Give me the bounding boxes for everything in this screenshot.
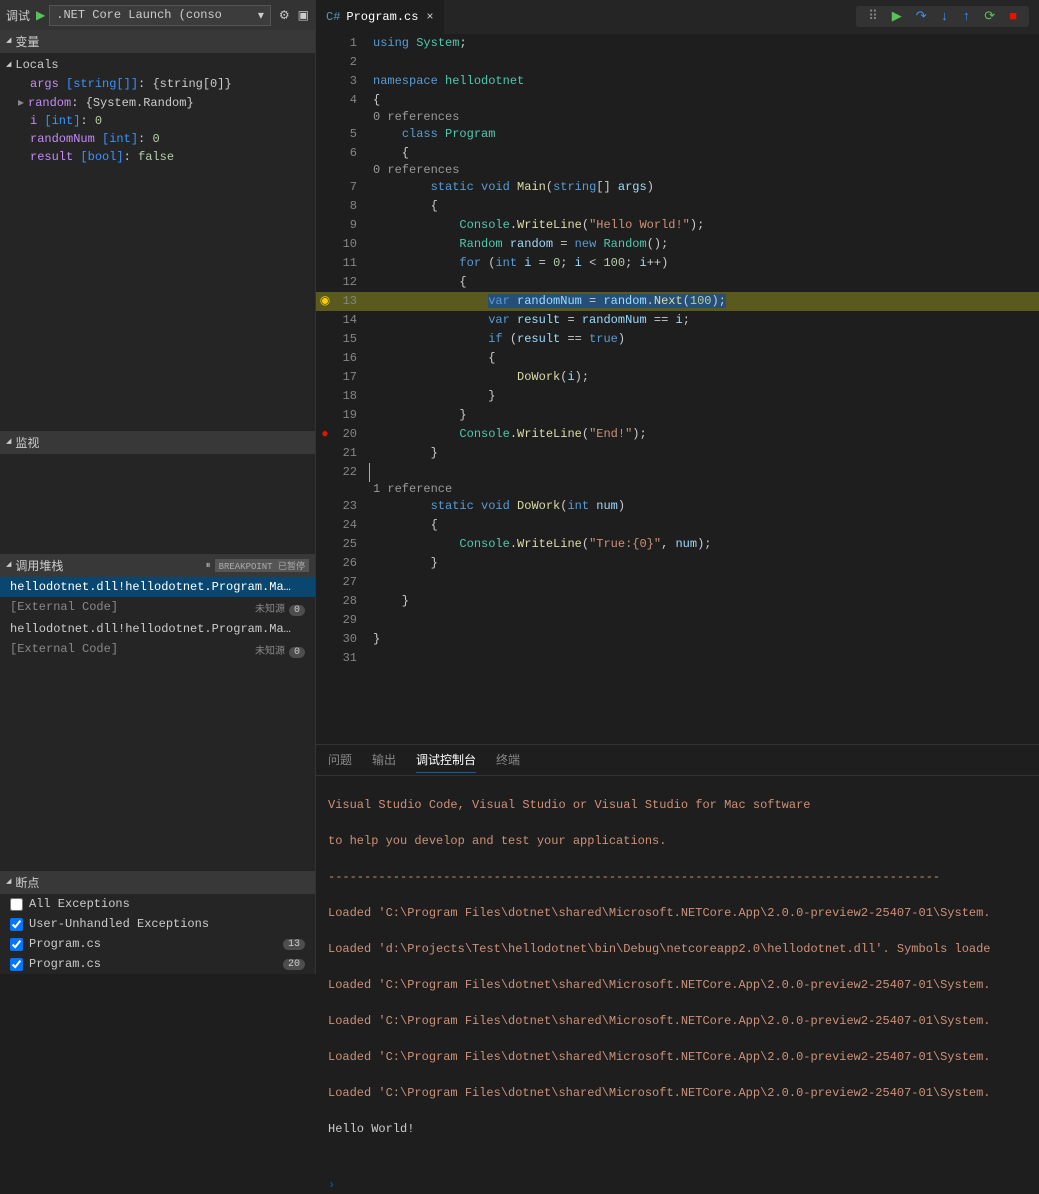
debug-console-icon[interactable]: ▣ (298, 8, 309, 23)
start-debug-icon[interactable]: ▶ (36, 8, 45, 23)
step-into-icon[interactable]: ↓ (941, 9, 949, 24)
debug-label: 调试 (6, 7, 30, 24)
checkbox[interactable] (10, 898, 23, 911)
checkbox[interactable] (10, 938, 23, 951)
breakpoint-icon[interactable]: ● (316, 425, 334, 444)
debug-action-bar[interactable]: ⠿ ▶ ↷ ↓ ↑ ⟳ ■ (856, 6, 1029, 27)
dropdown-arrow-icon: ▾ (258, 8, 264, 23)
csharp-icon: C# (326, 10, 340, 24)
bp-user-exceptions[interactable]: User-Unhandled Exceptions (0, 914, 315, 934)
bottom-panel: 问题 输出 调试控制台 终端 Visual Studio Code, Visua… (316, 744, 1039, 974)
gear-icon[interactable]: ⚙ (279, 8, 290, 23)
checkbox[interactable] (10, 918, 23, 931)
tab-terminal[interactable]: 终端 (496, 751, 520, 773)
debug-sidebar: 调试 ▶ .NET Core Launch (conso ▾ ⚙ ▣ 变量 Lo… (0, 0, 316, 974)
expand-icon[interactable]: ▸ (18, 95, 28, 110)
current-breakpoint-icon[interactable]: ◉ (316, 292, 334, 311)
stop-icon[interactable]: ■ (1009, 9, 1017, 24)
var-i[interactable]: i [int]: 0 (0, 112, 315, 130)
bp-all-exceptions[interactable]: All Exceptions (0, 894, 315, 914)
stack-frame[interactable]: hellodotnet.dll!hellodotnet.Program.Ma… (0, 577, 315, 597)
stack-frame[interactable]: [External Code]未知源0 (0, 639, 315, 661)
breakpoints-panel-header[interactable]: 断点 (0, 871, 315, 894)
code-editor[interactable]: 1using System; 2 3namespace hellodotnet … (316, 34, 1039, 744)
checkbox[interactable] (10, 958, 23, 971)
locals-header[interactable]: Locals (0, 55, 315, 75)
debug-config-name: .NET Core Launch (conso (56, 8, 222, 22)
var-randomnum[interactable]: randomNum [int]: 0 (0, 130, 315, 148)
tab-filename: Program.cs (346, 10, 418, 24)
editor-tab[interactable]: C# Program.cs × (316, 0, 444, 34)
var-result[interactable]: result [bool]: false (0, 148, 315, 166)
current-execution-line: ◉13 var randomNum = random.Next(100); (316, 292, 1039, 311)
var-random[interactable]: ▸random: {System.Random} (0, 93, 315, 112)
restart-icon[interactable]: ⟳ (984, 9, 995, 24)
breakpoints-panel: All Exceptions User-Unhandled Exceptions… (0, 894, 315, 974)
watch-panel[interactable] (0, 454, 315, 554)
callstack-panel-header[interactable]: 调用堆栈 ⏸ BREAKPOINT 已暂停 (0, 554, 315, 577)
breakpoint-status: ⏸ BREAKPOINT 已暂停 (206, 559, 309, 572)
debug-config-dropdown[interactable]: .NET Core Launch (conso ▾ (49, 5, 271, 26)
debug-console-output[interactable]: Visual Studio Code, Visual Studio or Vis… (316, 776, 1039, 1176)
stack-frame[interactable]: hellodotnet.dll!hellodotnet.Program.Ma… (0, 619, 315, 639)
tab-debug-console[interactable]: 调试控制台 (416, 751, 476, 773)
step-out-icon[interactable]: ↑ (962, 9, 970, 24)
bp-file[interactable]: Program.cs13 (0, 934, 315, 954)
step-over-icon[interactable]: ↷ (916, 9, 927, 24)
bp-file[interactable]: Program.cs20 (0, 954, 315, 974)
callstack-panel: hellodotnet.dll!hellodotnet.Program.Ma… … (0, 577, 315, 661)
main-area: C# Program.cs × ⠿ ▶ ↷ ↓ ↑ ⟳ ■ 1using Sys… (316, 0, 1039, 974)
tab-problems[interactable]: 问题 (328, 751, 352, 773)
debug-toolbar: 调试 ▶ .NET Core Launch (conso ▾ ⚙ ▣ (0, 0, 315, 30)
close-icon[interactable]: × (426, 10, 433, 24)
panel-tabs: 问题 输出 调试控制台 终端 (316, 745, 1039, 776)
variables-panel-header[interactable]: 变量 (0, 30, 315, 53)
variables-panel: Locals args [string[]]: {string[0]} ▸ran… (0, 53, 315, 168)
drag-handle-icon[interactable]: ⠿ (868, 9, 878, 24)
watch-panel-header[interactable]: 监视 (0, 431, 315, 454)
continue-icon[interactable]: ▶ (892, 9, 902, 24)
tab-output[interactable]: 输出 (372, 751, 396, 773)
debug-console-input[interactable]: › (316, 1176, 1039, 1194)
var-args[interactable]: args [string[]]: {string[0]} (0, 75, 315, 93)
stack-frame[interactable]: [External Code]未知源0 (0, 597, 315, 619)
